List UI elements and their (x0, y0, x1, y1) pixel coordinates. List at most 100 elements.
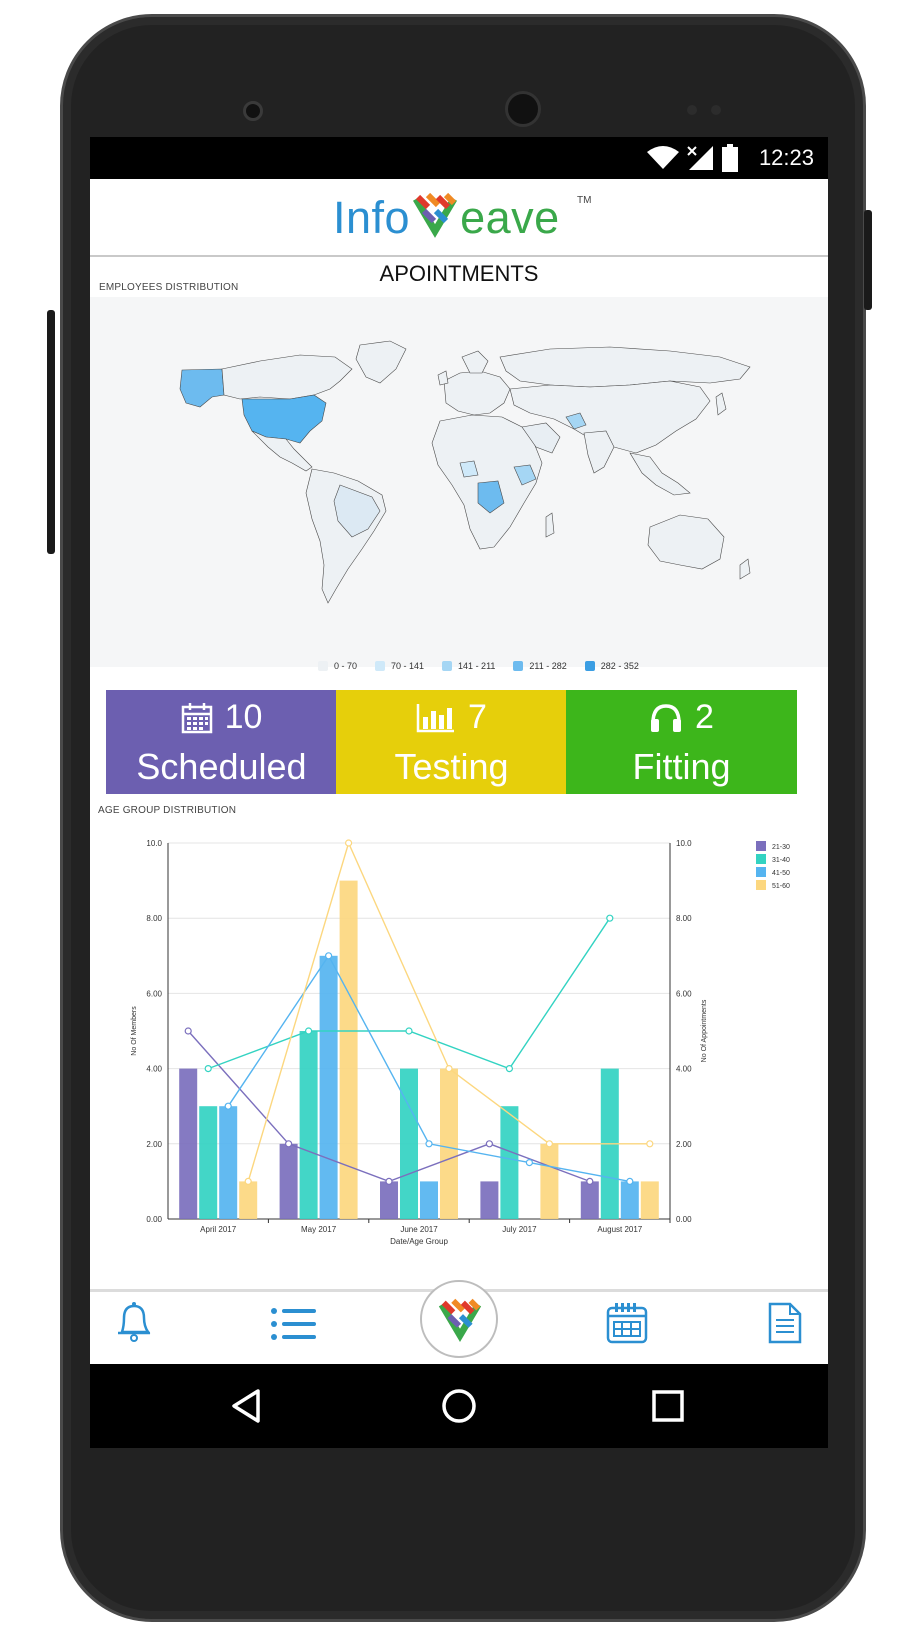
app-header: Info eave TM (90, 179, 828, 257)
logo-text-right: eave (460, 192, 560, 243)
volume-button (47, 310, 55, 554)
scheduled-count: 10 (224, 698, 263, 736)
bar-41-50 (219, 1106, 238, 1219)
point-41-50 (224, 1102, 232, 1110)
point-21-30 (285, 1140, 293, 1148)
map-region-southeast-asia (629, 452, 691, 496)
bar-21-30 (179, 1068, 198, 1219)
x-axis-label: Date/Age Group (390, 1237, 448, 1246)
document-icon[interactable] (768, 1302, 802, 1344)
world-map (179, 340, 751, 604)
map-region-usa (241, 394, 327, 444)
legend-item-1: 70 - 141 (375, 661, 424, 671)
bar-chart-icon (416, 703, 455, 732)
point-41-50 (425, 1140, 433, 1148)
map-region-japan (715, 392, 727, 416)
chart-legend-label: 41-50 (772, 870, 790, 877)
chart-legend-swatch (756, 854, 766, 864)
point-51-60 (345, 839, 353, 847)
calendar-grid-icon[interactable] (606, 1302, 648, 1344)
legend-swatch (375, 661, 386, 671)
x-tick-label: May 2017 (301, 1225, 337, 1234)
status-time: 12:23 (758, 145, 814, 170)
legend-item-2: 141 - 211 (442, 661, 495, 671)
bar-31-40 (299, 1031, 318, 1219)
point-31-40 (405, 1027, 413, 1035)
y2-tick-label: 4.00 (676, 1065, 692, 1074)
scheduled-tile[interactable]: 10 Scheduled (106, 690, 337, 794)
x-tick-label: July 2017 (502, 1225, 537, 1234)
y-tick-label: 6.00 (146, 989, 162, 998)
point-51-60 (445, 1065, 453, 1073)
point-31-40 (606, 914, 614, 922)
home-icon[interactable] (441, 1388, 477, 1424)
map-region-uk (437, 370, 449, 386)
bar-21-30 (279, 1143, 298, 1219)
bar-21-30 (580, 1181, 599, 1219)
map-region-madagascar (545, 512, 555, 538)
recents-icon[interactable] (652, 1390, 684, 1422)
phone-screen: 12:23 Info eave TM APOINTMENTS EMPLOYEES… (90, 137, 828, 1448)
y-axis-label: No Of Members (131, 1006, 138, 1056)
point-21-30 (184, 1027, 192, 1035)
point-21-30 (385, 1177, 393, 1185)
fitting-tile[interactable]: 2 Fitting (566, 690, 797, 794)
map-region-greenland (355, 340, 407, 384)
trademark: TM (577, 195, 592, 206)
chart-legend-label: 31-40 (772, 857, 790, 864)
bar-21-30 (480, 1181, 499, 1219)
point-41-50 (525, 1159, 533, 1167)
point-51-60 (646, 1140, 654, 1148)
home-logo-button[interactable] (420, 1280, 498, 1358)
bar-51-60 (540, 1143, 559, 1219)
testing-tile[interactable]: 7 Testing (336, 690, 567, 794)
legend-swatch (584, 661, 595, 671)
legend-swatch (442, 661, 453, 671)
list-icon[interactable] (270, 1306, 316, 1342)
point-41-50 (325, 952, 333, 960)
map-region-russia (499, 346, 751, 388)
y2-tick-label: 10.0 (676, 839, 692, 848)
bar-41-50 (420, 1181, 438, 1219)
point-21-30 (586, 1177, 594, 1185)
bar-31-40 (500, 1106, 519, 1219)
y-tick-label: 2.00 (146, 1140, 162, 1149)
y2-tick-label: 8.00 (676, 914, 692, 923)
map-region-australia (647, 514, 725, 570)
y-tick-label: 0.00 (146, 1215, 162, 1224)
map-region-new-zealand (739, 558, 751, 580)
bar-51-60 (640, 1181, 659, 1219)
legend-label: 141 - 211 (458, 661, 496, 671)
legend-swatch (318, 661, 328, 671)
bar-31-40 (199, 1106, 218, 1219)
age-chart-label: AGE GROUP DISTRIBUTION (98, 805, 237, 816)
y-tick-label: 4.00 (146, 1065, 162, 1074)
y2-tick-label: 0.00 (676, 1215, 692, 1224)
chart-legend-label: 51-60 (772, 883, 790, 890)
bar-31-40 (400, 1068, 418, 1219)
bottom-navigation (90, 1280, 828, 1364)
legend-label: 211 - 282 (529, 661, 567, 671)
fitting-label: Fitting (632, 746, 731, 787)
calendar-icon (181, 702, 212, 733)
chart-legend-swatch (756, 841, 766, 851)
testing-count: 7 (468, 698, 487, 736)
bar-51-60 (239, 1181, 258, 1219)
legend-item-3: 211 - 282 (513, 661, 567, 671)
legend-swatch (513, 661, 524, 671)
system-navigation-bar (90, 1364, 828, 1448)
power-button (864, 210, 872, 310)
wifi-icon (647, 146, 679, 169)
chart-legend-swatch (756, 867, 766, 877)
legend-label: 282 - 352 (600, 661, 639, 671)
light-sensor (711, 105, 721, 115)
infoveave-weave-icon (413, 192, 458, 238)
testing-label: Testing (394, 746, 509, 787)
map-region-alaska (179, 368, 225, 408)
y2-axis-label: No Of Appointments (701, 999, 708, 1062)
age-group-chart-svg: 0.00 0.00 2.00 2.00 4.00 4.00 6.00 6.00 8.00 8.00… (131, 839, 790, 1246)
point-51-60 (545, 1140, 553, 1148)
bell-icon[interactable] (114, 1300, 154, 1344)
back-icon[interactable] (230, 1388, 262, 1424)
headphones-icon (651, 703, 682, 732)
